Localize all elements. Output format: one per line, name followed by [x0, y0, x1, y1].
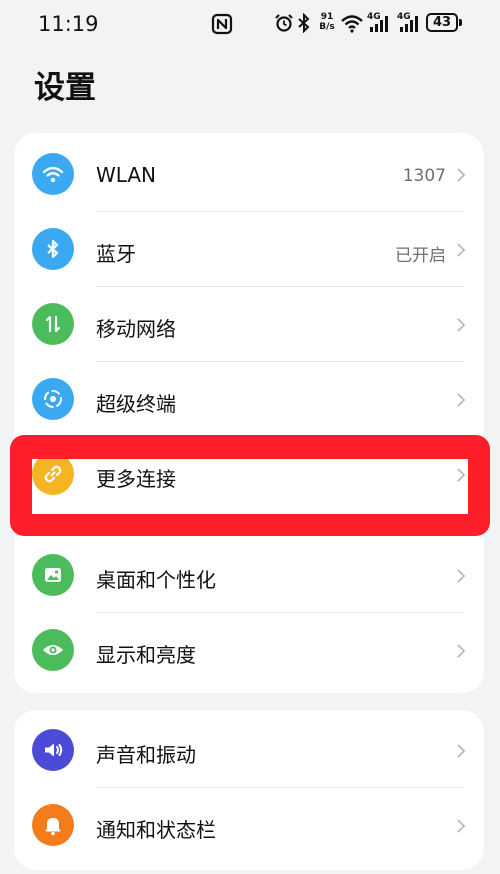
chevron-right-icon: [457, 243, 466, 257]
network-speed: 91 B/s: [316, 12, 338, 32]
settings-item-wlan[interactable]: WLAN 1307: [14, 137, 484, 211]
chevron-right-icon: [457, 569, 466, 583]
mobile-data-icon: [32, 303, 74, 345]
battery-icon: 43: [426, 13, 458, 32]
settings-item-desktop-personalization[interactable]: 桌面和个性化: [14, 538, 484, 612]
settings-item-label: 通知和状态栏: [96, 818, 216, 842]
settings-item-label: 桌面和个性化: [96, 568, 216, 592]
settings-item-value: 1307: [402, 166, 446, 186]
wifi-icon: [32, 153, 74, 195]
settings-group-connectivity: WLAN 1307 蓝牙 已开启 移动网络 超级终端 更多连接 桌面和个性化 显…: [14, 133, 484, 693]
bell-icon: [32, 804, 74, 846]
chevron-right-icon: [457, 318, 466, 332]
chevron-right-icon: [457, 819, 466, 833]
settings-item-label: 更多连接: [96, 467, 176, 491]
bluetooth-icon: [32, 228, 74, 270]
signal-icon: 4G: [397, 12, 423, 33]
settings-item-super-device[interactable]: 超级终端: [14, 362, 484, 436]
wallpaper-icon: [32, 554, 74, 596]
battery-tip: [459, 19, 462, 26]
bluetooth-icon: [298, 13, 310, 33]
settings-item-label: 超级终端: [96, 392, 176, 416]
wifi-icon: [341, 15, 363, 33]
chevron-right-icon: [457, 744, 466, 758]
chevron-right-icon: [457, 468, 466, 482]
settings-item-display-brightness[interactable]: 显示和亮度: [14, 613, 484, 687]
speaker-icon: [32, 729, 74, 771]
settings-item-value: 已开启: [395, 246, 446, 266]
status-bar: 11:19 91 B/s 4G 4G 43: [0, 0, 500, 48]
page-title: 设置: [34, 70, 96, 106]
settings-group-sound-notifications: 声音和振动 通知和状态栏: [14, 710, 484, 870]
nfc-icon: [211, 13, 233, 35]
network-speed-value: 91: [320, 12, 334, 22]
network-speed-unit: B/s: [319, 22, 335, 32]
settings-item-label: 显示和亮度: [96, 643, 196, 667]
settings-item-mobile-network[interactable]: 移动网络: [14, 287, 484, 361]
settings-item-more-connections[interactable]: 更多连接: [14, 437, 484, 511]
chevron-right-icon: [457, 393, 466, 407]
settings-item-label: WLAN: [96, 163, 157, 187]
settings-item-label: 蓝牙: [96, 242, 136, 266]
settings-item-bluetooth[interactable]: 蓝牙 已开启: [14, 212, 484, 286]
super-device-icon: [32, 378, 74, 420]
chevron-right-icon: [457, 644, 466, 658]
eye-icon: [32, 629, 74, 671]
settings-item-notifications-status-bar[interactable]: 通知和状态栏: [14, 788, 484, 862]
signal-icon: 4G: [367, 12, 393, 33]
status-time: 11:19: [38, 12, 99, 36]
settings-item-label: 声音和振动: [96, 743, 196, 767]
link-icon: [32, 453, 74, 495]
alarm-icon: [275, 14, 293, 32]
settings-item-label: 移动网络: [96, 317, 176, 341]
settings-item-sound-vibration[interactable]: 声音和振动: [14, 713, 484, 787]
chevron-right-icon: [457, 168, 466, 182]
